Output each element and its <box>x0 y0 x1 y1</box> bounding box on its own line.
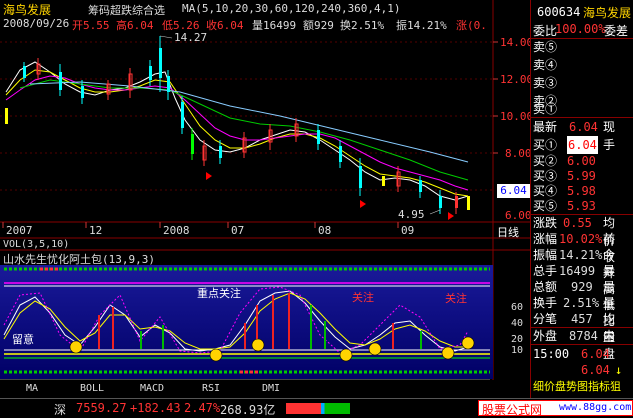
date-label: 09 <box>401 224 415 237</box>
ob-ratio-diff: 委差 <box>604 24 629 38</box>
tab-macd[interactable]: MACD <box>140 383 164 394</box>
price-label: 8.00 <box>505 147 532 160</box>
sub-axis-label: 20 <box>511 334 524 345</box>
date-label: 12 <box>89 224 103 237</box>
stat-row: 分笔 457 均量 <box>533 312 616 344</box>
ask-row: 卖⑤ <box>533 40 558 54</box>
price-label: 14.00 <box>500 36 534 49</box>
tab-boll[interactable]: BOLL <box>80 383 104 394</box>
sub-axis-label: 40 <box>511 318 524 329</box>
status-bar: 深 7559.27 +182.43 2.47% 268.93亿 股票公式网 ww… <box>0 398 633 417</box>
ma-line-green <box>19 79 469 181</box>
ob-ratio-value: 100.00% <box>555 22 606 36</box>
tab-dmi[interactable]: DMI <box>262 383 280 394</box>
ask-row: 卖③ <box>533 76 558 90</box>
indicator-tab-bar: MA BOLL MACD RSI DMI <box>0 379 490 398</box>
ob-code: 600634 <box>537 5 581 19</box>
tab-rsi[interactable]: RSI <box>202 383 220 394</box>
label-watch: 关注 <box>352 291 374 304</box>
sub-indicator-chart[interactable] <box>0 265 493 379</box>
period-label[interactable]: 日线 <box>497 224 519 240</box>
high-annotation: 14.27 <box>174 31 208 44</box>
ma-line-magenta <box>5 75 469 191</box>
sub-axis-label: 60 <box>511 302 524 313</box>
market-label: 深 <box>54 403 67 417</box>
ob-name: 海鸟发展 <box>583 6 632 20</box>
tab-ma[interactable]: MA <box>26 383 38 394</box>
candles <box>5 36 470 214</box>
sub-axis-label: 10 <box>511 345 524 356</box>
arrow-down-icon: ↓ <box>615 363 623 377</box>
ob-ratio-label: 委比 <box>533 24 558 38</box>
low-annotation: 4.95 <box>398 208 425 221</box>
index-value: 7559.27 <box>76 401 127 415</box>
ask-row: 卖④ <box>533 58 558 72</box>
price-label: 12.00 <box>500 73 534 86</box>
label-notice: 留意 <box>12 333 34 346</box>
label-watch: 关注 <box>445 292 467 305</box>
brand-name: 股票公式网 <box>482 403 543 417</box>
index-change: +182.43 <box>130 401 181 415</box>
index-amount: 268.93亿 <box>220 403 276 417</box>
breadth-bar <box>286 403 350 414</box>
date-label: 07 <box>231 224 245 237</box>
label-focus: 重点关注 <box>197 287 241 300</box>
ma-line-white <box>5 61 469 201</box>
current-price-tag: 6.04 <box>497 184 530 198</box>
date-label: 08 <box>318 224 332 237</box>
price-axis-ticks <box>493 41 498 154</box>
index-pct: 2.47% <box>184 401 221 415</box>
last-price-row: 最新 6.04 现手 <box>533 120 616 152</box>
outer-inner-row: 外盘 8784 内盘 <box>533 329 616 361</box>
tick-row: 15:00 6.04 <box>533 347 610 361</box>
ob-footer[interactable]: 细价盘势图指标狙 <box>533 378 621 396</box>
date-label: 2008 <box>163 224 190 237</box>
bid-row: 买⑤ 5.93 <box>533 199 596 213</box>
date-label: 2007 <box>6 224 33 237</box>
vol-label: VOL(3,5,10) <box>3 239 70 250</box>
ask-row: 卖① <box>533 102 558 116</box>
brand-badge: 股票公式网 www.88gg.com <box>478 400 633 417</box>
brand-url: www.88gg.com <box>559 402 632 413</box>
price-label: 6.00 <box>505 209 532 222</box>
price-label: 10.00 <box>500 110 534 123</box>
ma-line-yellow <box>5 69 469 197</box>
